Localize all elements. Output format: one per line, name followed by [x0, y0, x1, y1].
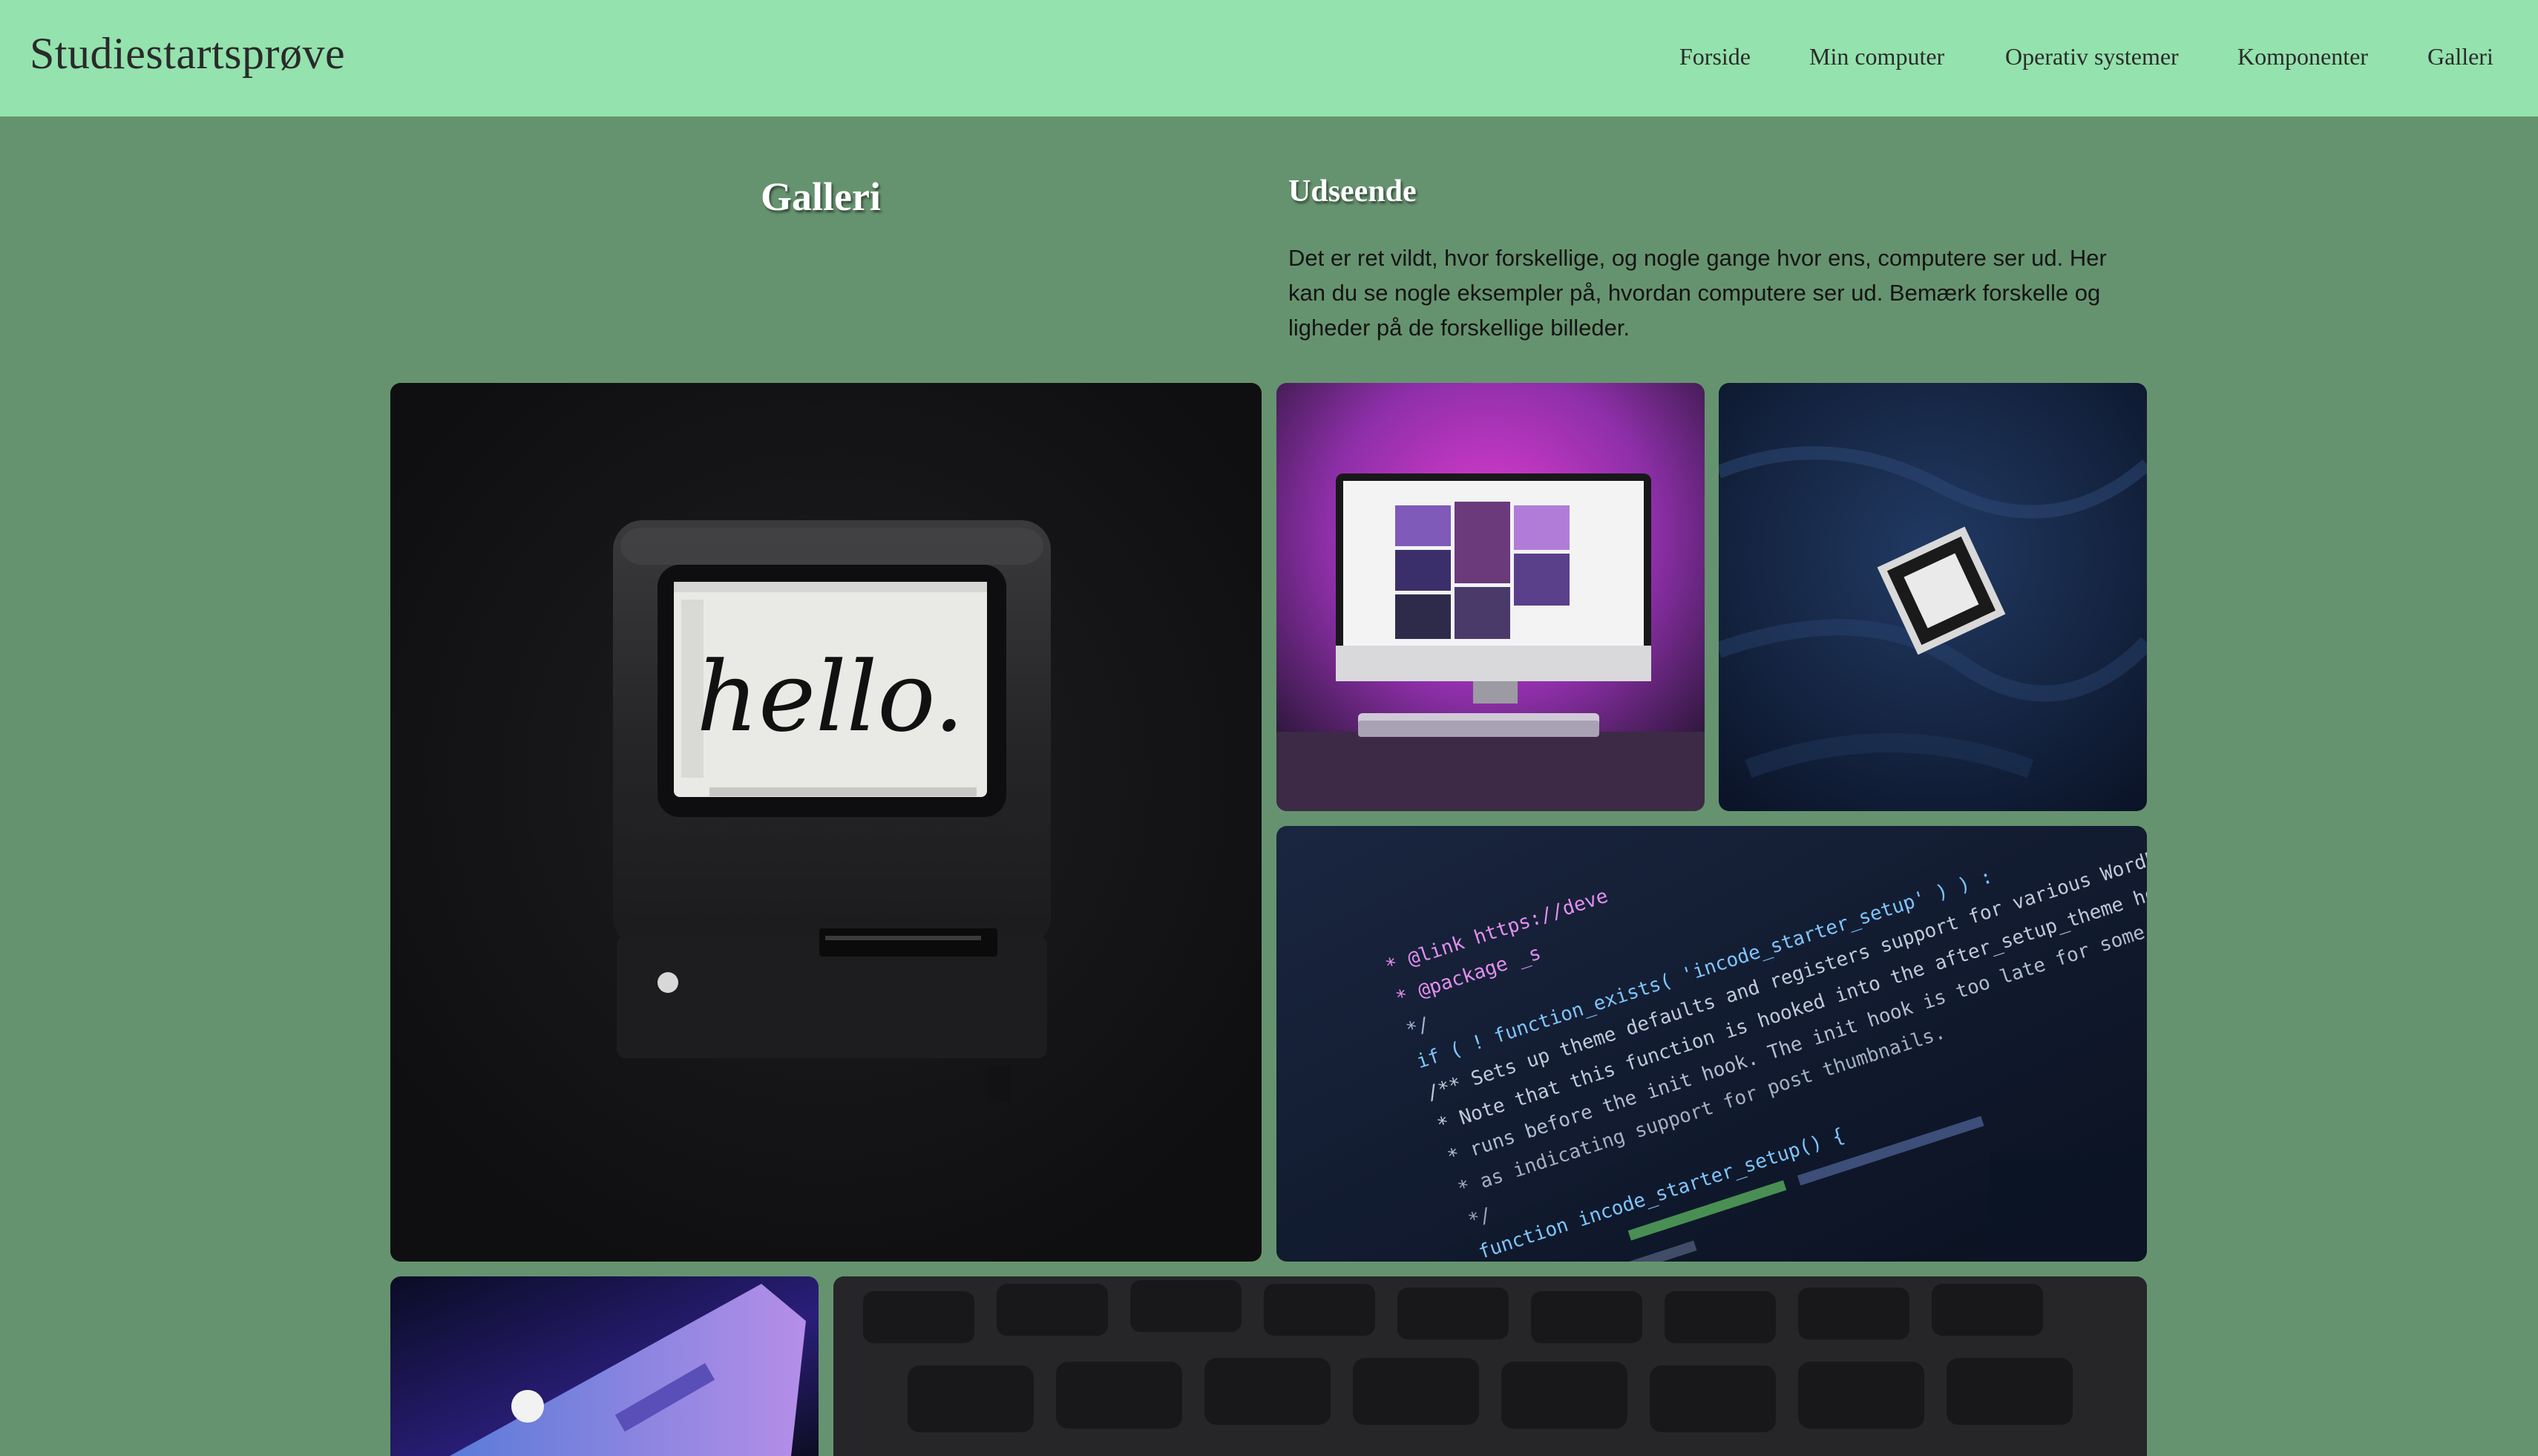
- apple-logo-icon: [658, 972, 678, 993]
- nav-link-komponenter[interactable]: Komponenter: [2237, 43, 2368, 70]
- site-brand-title[interactable]: Studiestartsprøve: [30, 28, 345, 79]
- gallery-image-imac-pink-desk[interactable]: [1276, 383, 1705, 811]
- nav-link-forside[interactable]: Forside: [1679, 43, 1751, 70]
- macbook-illustration: [390, 1276, 819, 1456]
- gallery-image-keyboard[interactable]: [833, 1276, 2147, 1456]
- section-title: Udseende: [1288, 174, 1417, 209]
- code-screen-illustration: * @link https://deve * @package _s */ if…: [1276, 826, 2147, 1262]
- gallery-image-vintage-macintosh[interactable]: hello.: [390, 383, 1262, 1262]
- vintage-macintosh-illustration: hello.: [390, 383, 1262, 1262]
- keyboard-illustration: [833, 1276, 2147, 1456]
- nav-link-min-computer[interactable]: Min computer: [1809, 43, 1944, 70]
- gallery-image-macbook-purple[interactable]: [390, 1276, 819, 1456]
- top-navigation-bar: Studiestartsprøve Forside Min computer O…: [0, 0, 2538, 117]
- cpu-chip-illustration: [1719, 383, 2147, 811]
- section-description: Det er ret vildt, hvor forskellige, og n…: [1288, 245, 2107, 341]
- page-title: Galleri: [761, 174, 881, 219]
- gallery-image-cpu-chip[interactable]: [1719, 383, 2147, 811]
- gallery-image-code-screen[interactable]: * @link https://deve * @package _s */ if…: [1276, 826, 2147, 1262]
- hello-screen-text: hello.: [696, 640, 964, 753]
- nav-link-galleri[interactable]: Galleri: [2427, 43, 2493, 70]
- imac-desk-illustration: [1276, 383, 1705, 811]
- apple-logo-icon: [511, 1390, 544, 1423]
- nav-link-operativ-systemer[interactable]: Operativ systemer: [2005, 43, 2179, 70]
